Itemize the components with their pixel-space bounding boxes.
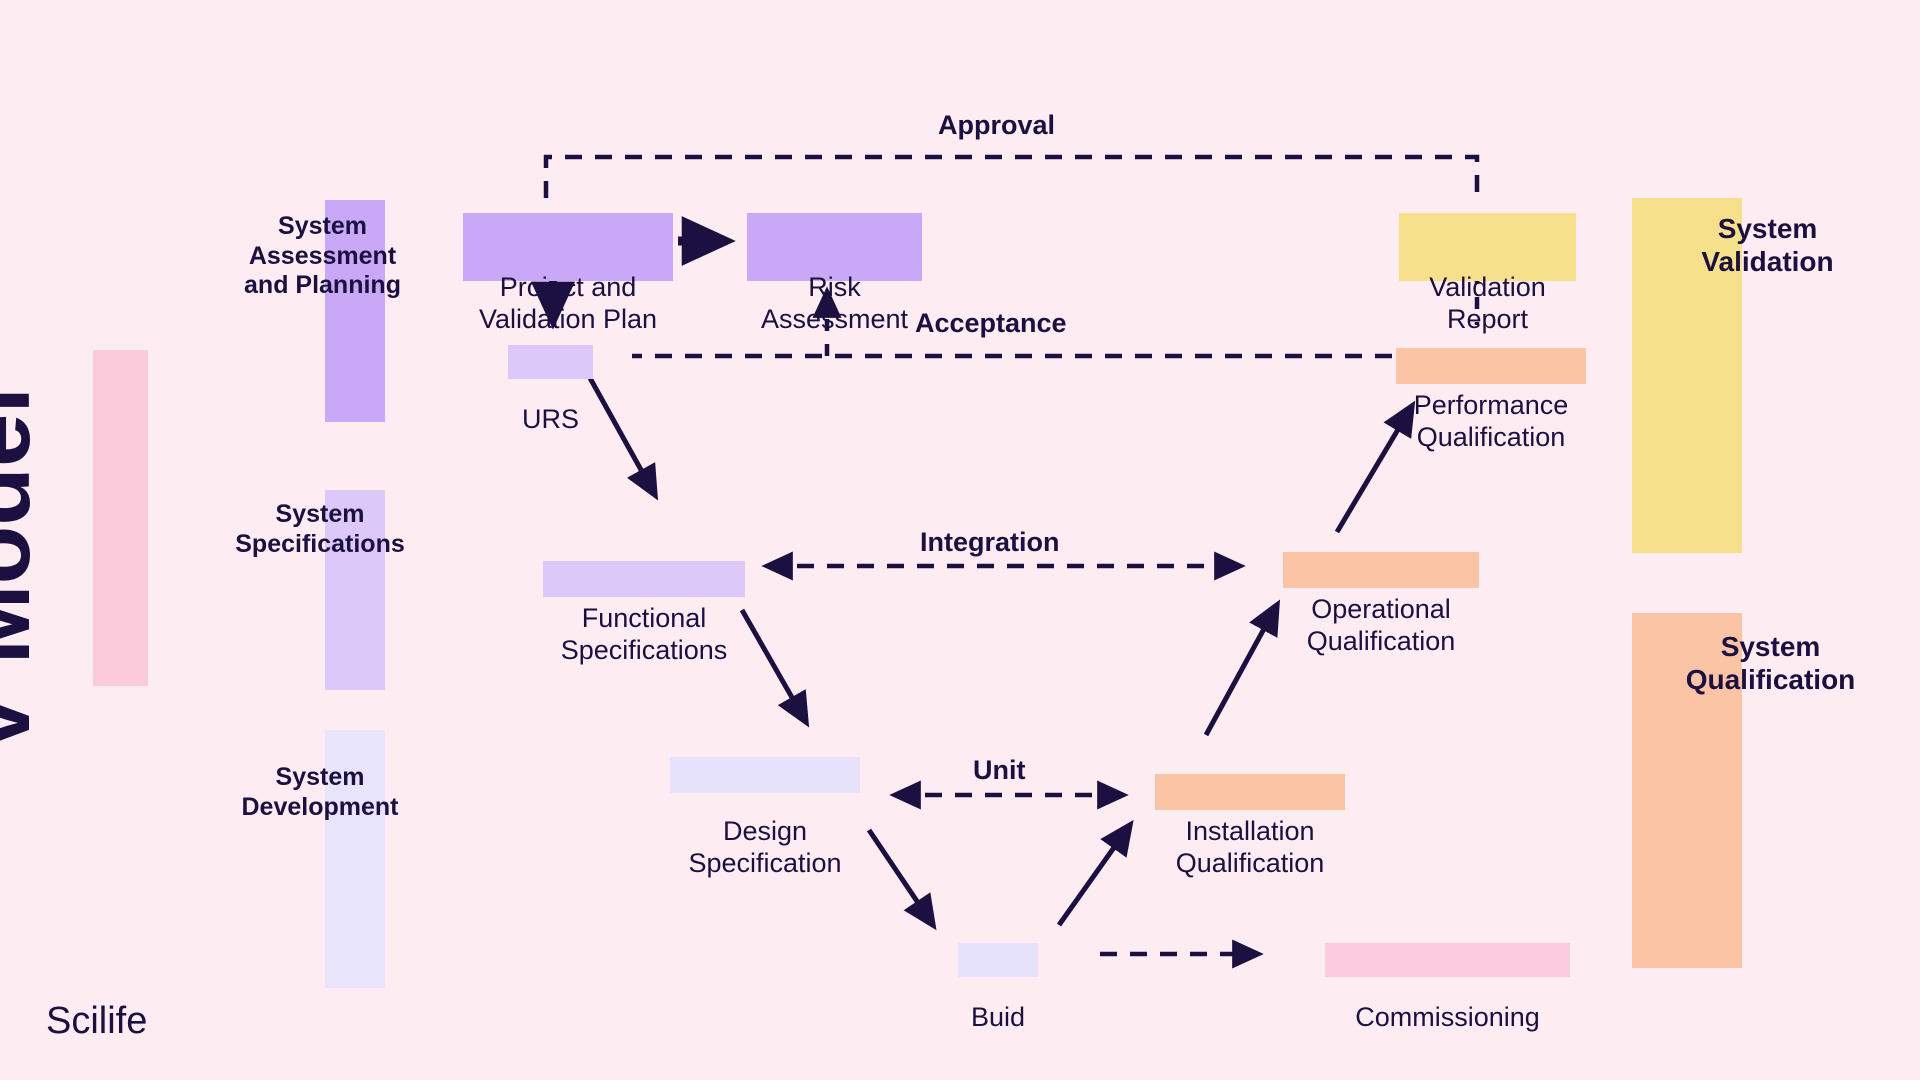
flow-label-unit: Unit	[973, 755, 1026, 785]
node-operational-qualification[interactable]: Operational Qualification	[1283, 530, 1479, 689]
flow-label-integration: Integration	[920, 527, 1060, 557]
connector-iq-to-oq	[1203, 599, 1281, 737]
node-highlight	[1155, 774, 1345, 810]
node-highlight	[1283, 552, 1479, 588]
flow-label-acceptance: Acceptance	[915, 308, 1067, 338]
page-title: V Model	[0, 386, 50, 755]
node-highlight	[1396, 348, 1586, 384]
node-highlight	[670, 757, 860, 793]
caption-system-development: System Development	[241, 763, 399, 821]
flow-label-approval: Approval	[938, 110, 1056, 140]
caption-system-qualification: System Qualification	[1685, 631, 1856, 696]
node-performance-qualification[interactable]: Performance Qualification	[1396, 326, 1586, 485]
connector-urs-to-functional-specs	[587, 376, 659, 501]
connector-functional-specs-to-design-spec	[739, 608, 810, 728]
connector-design-spec-to-buid	[866, 828, 937, 931]
caption-system-validation: System Validation	[1701, 213, 1834, 278]
node-risk-assessment[interactable]: Risk Assessment	[747, 208, 922, 367]
node-buid[interactable]: Buid	[958, 938, 1038, 1065]
node-highlight	[508, 345, 593, 379]
node-urs[interactable]: URS	[508, 340, 593, 467]
node-design-specification[interactable]: Design Specification	[670, 752, 860, 911]
connector-approval	[543, 154, 1480, 198]
connector-buid-to-iq	[1056, 819, 1134, 927]
caption-system-specifications: System Specifications	[235, 500, 405, 558]
caption-system-assessment-and-planning: System Assessment and Planning	[244, 212, 401, 299]
node-highlight	[958, 943, 1038, 977]
node-highlight	[1325, 943, 1570, 977]
node-highlight	[543, 561, 745, 597]
v-model-diagram: V Model System Assessment and Planning S…	[0, 0, 1920, 1080]
node-installation-qualification[interactable]: Installation Qualification	[1155, 752, 1345, 911]
node-commissioning[interactable]: Commissioning	[1325, 938, 1570, 1065]
v-model-title-band	[93, 350, 148, 686]
brand-logo: Scilife	[46, 1000, 148, 1042]
node-functional-specifications[interactable]: Functional Specifications	[543, 539, 745, 698]
